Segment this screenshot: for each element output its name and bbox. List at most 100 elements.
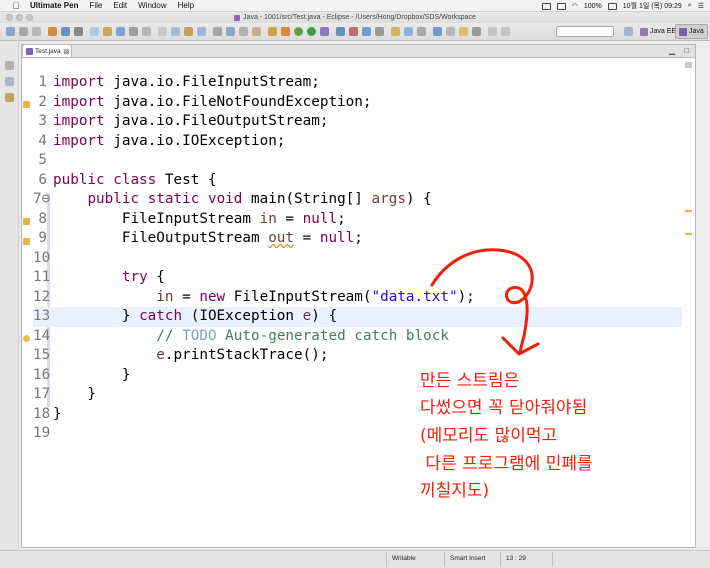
tool-icon[interactable] — [116, 27, 125, 36]
search-icon[interactable]: ⌕ — [688, 2, 692, 10]
warning-marker-icon[interactable] — [23, 101, 30, 108]
annotation-line: 다른 프로그램에 민폐를 — [420, 454, 593, 474]
code-line: 6 public class Test { — [33, 171, 682, 191]
tool-icon[interactable] — [252, 27, 261, 36]
tool-icon[interactable] — [433, 27, 442, 36]
quick-access-input[interactable] — [556, 26, 614, 37]
back-icon[interactable] — [488, 27, 497, 36]
warning-marker-icon[interactable] — [23, 238, 30, 245]
tool-icon[interactable] — [74, 27, 83, 36]
code-line: 19 — [33, 424, 682, 444]
status-separator — [444, 552, 445, 567]
warning-marker-icon[interactable] — [23, 218, 30, 225]
tool-icon[interactable] — [362, 27, 371, 36]
tool-icon[interactable] — [103, 27, 112, 36]
task-marker-icon[interactable] — [23, 335, 30, 342]
status-separator — [386, 552, 387, 567]
overview-ruler[interactable] — [683, 58, 695, 547]
package-explorer-icon[interactable] — [5, 77, 14, 86]
outline-icon[interactable] — [5, 93, 14, 102]
annotation-line: 끼칠지도) — [420, 481, 490, 501]
code-line: 9 FileOutputStream out = null; — [33, 229, 682, 249]
code-text: FileInputStream in = null; — [53, 210, 346, 227]
menu-help[interactable]: Help — [178, 1, 194, 10]
code-line: 7⊖ public static void main(String[] args… — [33, 190, 682, 210]
menu-app-name[interactable]: Ultimate Pen — [30, 1, 78, 10]
tool-icon[interactable] — [239, 27, 248, 36]
tool-icon[interactable] — [142, 27, 151, 36]
tool-icon[interactable] — [404, 27, 413, 36]
java-icon — [679, 27, 687, 36]
status-cursor-position: 13 : 29 — [506, 555, 526, 562]
menu-file[interactable]: File — [89, 1, 102, 10]
code-line: 5 — [33, 151, 682, 171]
tool-icon[interactable] — [417, 27, 426, 36]
window-titlebar: Java - 1001/src/Test.java - Eclipse - /U… — [0, 12, 710, 23]
tool-icon[interactable] — [213, 27, 222, 36]
forward-icon[interactable] — [501, 27, 510, 36]
overview-marker[interactable] — [685, 233, 692, 235]
tool-icon[interactable] — [129, 27, 138, 36]
clock[interactable]: 10월 1일 (목) 09:29 — [623, 1, 682, 11]
save-icon[interactable] — [19, 27, 28, 36]
status-insert-mode[interactable]: Smart Insert — [450, 555, 485, 562]
tool-icon[interactable] — [446, 27, 455, 36]
wifi-icon[interactable]: ◠ — [572, 2, 578, 10]
close-window-button[interactable] — [6, 14, 13, 21]
tool-icon[interactable] — [375, 27, 384, 36]
tool-icon[interactable] — [268, 27, 277, 36]
tool-icon[interactable] — [336, 27, 345, 36]
apple-icon[interactable]:  — [10, 1, 22, 11]
tool-icon[interactable] — [226, 27, 235, 36]
run-icon[interactable] — [307, 27, 316, 36]
line-number[interactable]: 7⊖ — [33, 190, 50, 210]
server-icon[interactable] — [61, 27, 70, 36]
code-editor[interactable]: 1 import java.io.FileInputStream; 2 import… — [33, 73, 682, 444]
debug-icon[interactable] — [294, 27, 303, 36]
tab-test-java[interactable]: Test.java ⊠ — [22, 44, 72, 58]
status-mode: Writable — [392, 555, 416, 562]
tool-icon[interactable] — [472, 27, 481, 36]
perspective-java[interactable]: Java — [675, 24, 708, 39]
overview-summary-icon[interactable] — [685, 62, 692, 68]
line-number: 3 — [38, 113, 47, 129]
battery-icon[interactable] — [607, 2, 617, 10]
tool-icon[interactable] — [184, 27, 193, 36]
notification-icon[interactable]: ☰ — [698, 2, 704, 10]
overview-marker[interactable] — [685, 210, 692, 212]
line-number: 15 — [33, 347, 51, 363]
build-icon[interactable] — [48, 27, 57, 36]
code-text: public class Test { — [53, 171, 217, 188]
new-icon[interactable] — [6, 27, 15, 36]
tool-icon[interactable] — [320, 27, 329, 36]
restore-icon[interactable] — [5, 61, 14, 70]
code-text: import java.io.IOException; — [53, 132, 286, 149]
menu-edit[interactable]: Edit — [113, 1, 127, 10]
menu-window[interactable]: Window — [138, 1, 166, 10]
status-icon[interactable] — [541, 2, 551, 10]
line-number: 5 — [38, 152, 47, 168]
line-number: 10 — [33, 249, 51, 266]
line-number: 17 — [33, 386, 51, 402]
line-number: 19 — [33, 425, 51, 441]
print-icon[interactable] — [32, 27, 41, 36]
zoom-window-button[interactable] — [26, 14, 33, 21]
line-number: 1 — [38, 74, 47, 90]
status-icon[interactable] — [556, 2, 566, 10]
tool-icon[interactable] — [171, 27, 180, 36]
minimize-icon[interactable]: ▁ — [669, 46, 675, 55]
close-tab-icon[interactable]: ⊠ — [64, 48, 70, 56]
tool-icon[interactable] — [459, 27, 468, 36]
minimize-window-button[interactable] — [16, 14, 23, 21]
tool-icon[interactable] — [90, 27, 99, 36]
code-text: try { — [121, 269, 165, 285]
maximize-icon[interactable]: □ — [684, 46, 689, 55]
code-line: 15 e.printStackTrace(); — [33, 346, 682, 366]
open-perspective-icon[interactable] — [624, 27, 633, 36]
tool-icon[interactable] — [349, 27, 358, 36]
perspective-java-ee[interactable]: Java EE — [637, 24, 679, 39]
tool-icon[interactable] — [281, 27, 290, 36]
tool-icon[interactable] — [197, 27, 206, 36]
tool-icon[interactable] — [158, 27, 167, 36]
tool-icon[interactable] — [391, 27, 400, 36]
